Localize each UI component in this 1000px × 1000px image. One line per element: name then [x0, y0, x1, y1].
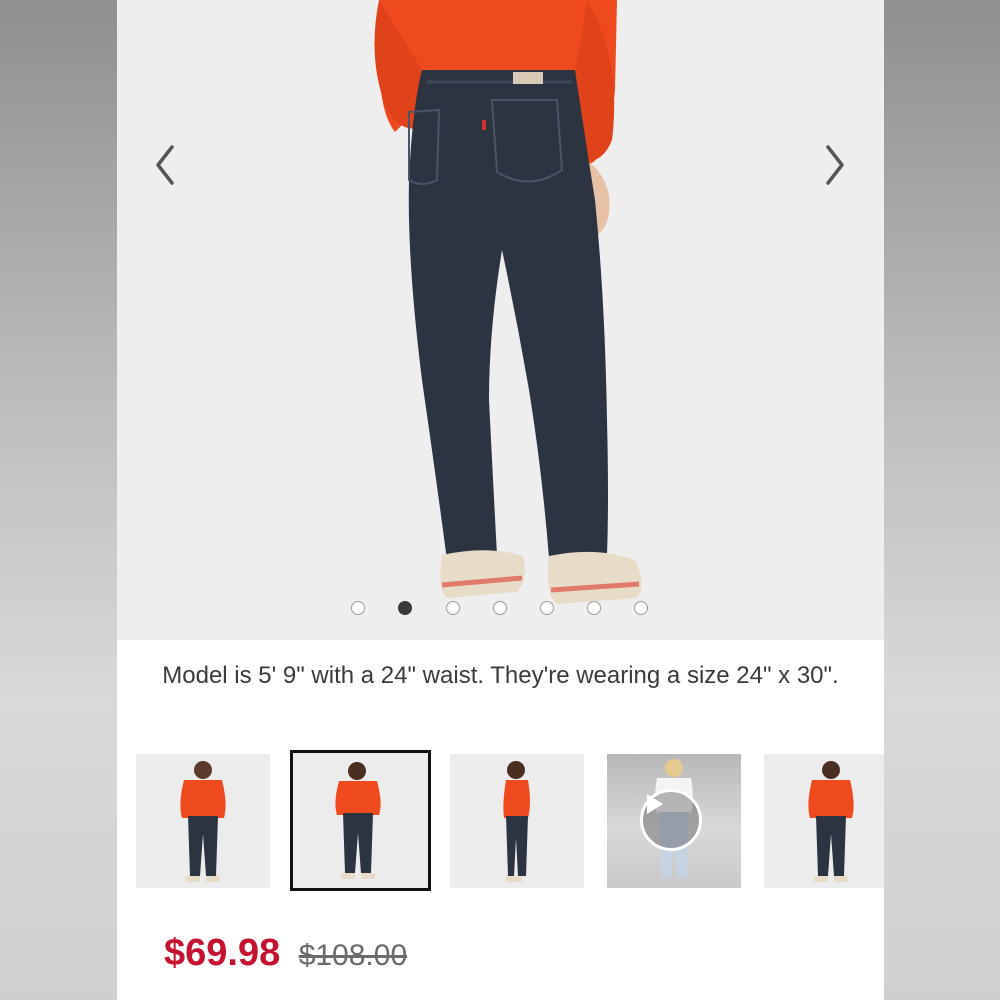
price-row: $69.98 $108.00 — [164, 932, 407, 988]
background-left — [0, 0, 117, 1000]
sale-price: $69.98 — [164, 932, 281, 974]
play-button[interactable] — [640, 789, 702, 851]
gallery-dot[interactable] — [493, 601, 507, 615]
model-thumbnail-image — [808, 761, 854, 882]
chevron-right-icon — [826, 145, 844, 185]
original-price: $108.00 — [298, 939, 408, 972]
gallery-dot[interactable] — [446, 601, 460, 615]
gallery-pagination — [117, 601, 884, 617]
gallery-dot[interactable] — [540, 601, 554, 615]
product-image-gallery[interactable] — [117, 0, 884, 640]
chevron-left-icon — [156, 145, 174, 185]
model-size-caption: Model is 5' 9" with a 24" waist. They're… — [162, 662, 839, 689]
gallery-dot[interactable] — [351, 601, 365, 615]
thumbnail-front-alt[interactable] — [764, 754, 884, 888]
thumbnail-front[interactable] — [136, 754, 270, 888]
previous-image-button[interactable] — [143, 140, 187, 190]
next-image-button[interactable] — [813, 140, 857, 190]
thumbnail-strip — [117, 750, 884, 892]
play-icon — [647, 794, 663, 814]
gallery-dot-active[interactable] — [398, 601, 412, 615]
gallery-dot[interactable] — [587, 601, 601, 615]
background-right — [884, 0, 1000, 1000]
gallery-dot[interactable] — [634, 601, 648, 615]
thumbnail-back[interactable] — [290, 750, 431, 891]
thumbnail-video[interactable] — [607, 754, 741, 888]
product-main-image — [374, 0, 642, 604]
model-thumbnail-image — [503, 761, 530, 882]
product-panel: Model is 5' 9" with a 24" waist. They're… — [117, 0, 884, 1000]
model-thumbnail-image — [335, 762, 381, 879]
thumbnail-side[interactable] — [450, 754, 584, 888]
model-thumbnail-image — [180, 761, 226, 882]
